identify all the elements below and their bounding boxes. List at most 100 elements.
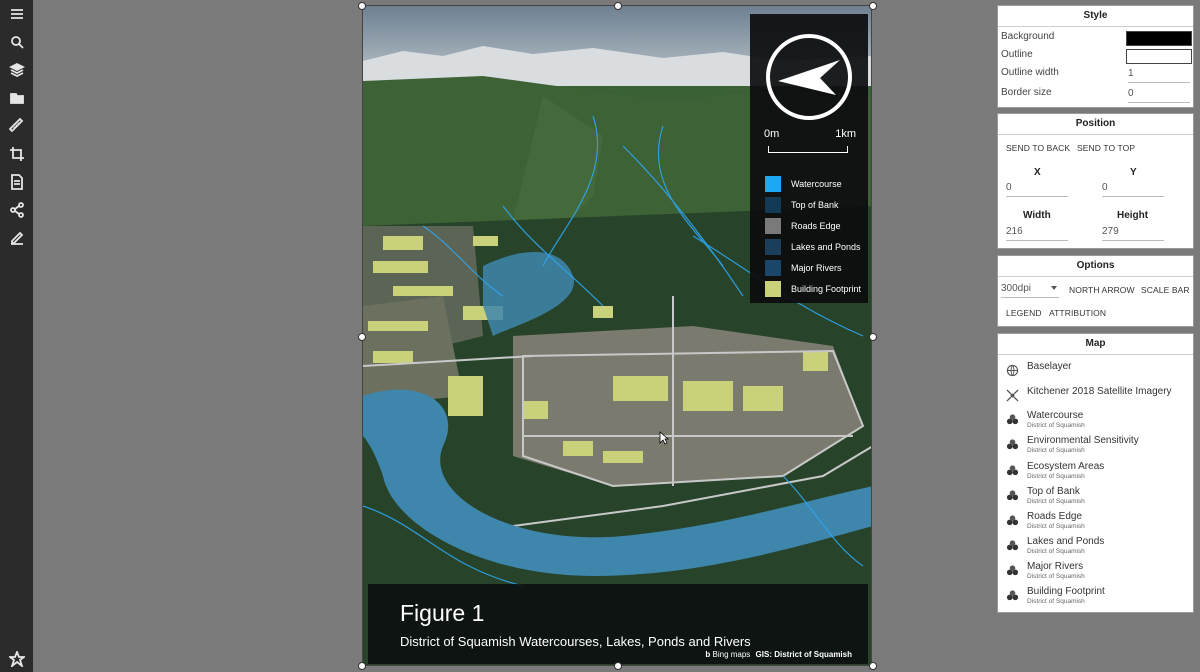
outline-label: Outline bbox=[1001, 49, 1033, 60]
height-label: Height bbox=[1117, 210, 1149, 221]
layer-source: District of Squamish bbox=[1027, 548, 1085, 555]
dpi-select[interactable]: 300dpi bbox=[1001, 283, 1059, 298]
layer-name: Roads Edge bbox=[1027, 511, 1083, 522]
layer-source: District of Squamish bbox=[1027, 473, 1085, 480]
north-arrow-button[interactable]: NORTH ARROW bbox=[1069, 285, 1135, 295]
layer-row[interactable]: Baselayer bbox=[1006, 361, 1186, 385]
x-label: X bbox=[1034, 167, 1041, 178]
attribution-button[interactable]: ATTRIBUTION bbox=[1049, 308, 1106, 318]
legend-swatch bbox=[765, 281, 781, 297]
layer-source: District of Squamish bbox=[1027, 523, 1085, 530]
legend-swatch bbox=[765, 260, 781, 276]
legend-item-label: Building Footprint bbox=[791, 284, 862, 294]
position-panel: Position SEND TO BACK SEND TO TOP X Y 0 … bbox=[997, 113, 1194, 249]
layer-name: Kitchener 2018 Satellite Imagery bbox=[1027, 386, 1172, 397]
layer-row[interactable]: Kitchener 2018 Satellite Imagery bbox=[1006, 386, 1186, 410]
layer-row[interactable]: Watercourse District of Squamish bbox=[1006, 410, 1186, 434]
layer-row[interactable]: Environmental Sensitivity District of Squ… bbox=[1006, 435, 1186, 459]
style-panel-title: Style bbox=[998, 6, 1193, 27]
outline-color-swatch[interactable] bbox=[1126, 49, 1192, 64]
layer-name: Top of Bank bbox=[1027, 486, 1080, 497]
legend-item: Watercourse bbox=[765, 176, 842, 192]
legend-swatch bbox=[765, 197, 781, 213]
x-field[interactable]: 0 bbox=[1006, 182, 1068, 197]
resize-handle[interactable] bbox=[358, 2, 366, 10]
width-field[interactable]: 216 bbox=[1006, 226, 1068, 241]
layer-name: Building Footprint bbox=[1027, 586, 1105, 597]
pin-icon[interactable] bbox=[6, 648, 27, 669]
search-icon[interactable] bbox=[6, 31, 27, 52]
map-panel-title: Map bbox=[998, 334, 1193, 355]
outline-width-field[interactable]: 1 bbox=[1128, 68, 1190, 83]
y-label: Y bbox=[1130, 167, 1137, 178]
scale-end-label: 1km bbox=[835, 128, 856, 140]
print-icon[interactable] bbox=[6, 171, 27, 192]
y-field[interactable]: 0 bbox=[1102, 182, 1164, 197]
layer-name: Environmental Sensitivity bbox=[1027, 435, 1139, 446]
figure-caption[interactable]: Figure 1 District of Squamish Watercours… bbox=[368, 584, 868, 664]
resize-handle[interactable] bbox=[614, 2, 622, 10]
border-size-label: Border size bbox=[1001, 87, 1052, 98]
resize-handle[interactable] bbox=[358, 333, 366, 341]
layer-name: Major Rivers bbox=[1027, 561, 1084, 572]
resize-handle[interactable] bbox=[614, 662, 622, 670]
options-panel: Options 300dpi NORTH ARROW SCALE BAR LEG… bbox=[997, 255, 1194, 327]
layer-source: District of Squamish bbox=[1027, 447, 1085, 454]
edit-icon[interactable] bbox=[6, 227, 27, 248]
scale-start-label: 0m bbox=[764, 128, 780, 140]
gis-credit-label: GIS: District of Squamish bbox=[755, 650, 852, 659]
resize-handle[interactable] bbox=[358, 662, 366, 670]
scale-bar-button[interactable]: SCALE BAR bbox=[1141, 285, 1190, 295]
menu-icon[interactable] bbox=[6, 3, 27, 24]
layer-row[interactable]: Top of Bank District of Squamish bbox=[1006, 486, 1186, 510]
layer-row[interactable]: Ecosystem Areas District of Squamish bbox=[1006, 461, 1186, 485]
legend-item: Major Rivers bbox=[765, 260, 842, 276]
print-layout-frame[interactable]: 0m 1km Watercourse Top of Bank Roads Edge L… bbox=[362, 5, 872, 666]
border-size-field[interactable]: 0 bbox=[1128, 88, 1190, 103]
layer-row[interactable]: Major Rivers District of Squamish bbox=[1006, 561, 1186, 585]
scale-bar-line bbox=[768, 146, 848, 153]
dpi-select-value: 300dpi bbox=[1001, 283, 1032, 294]
legend-item: Lakes and Ponds bbox=[765, 239, 861, 255]
share-icon[interactable] bbox=[6, 199, 27, 220]
map-attribution: b Bing maps GIS: District of Squamish bbox=[705, 650, 852, 659]
resize-handle[interactable] bbox=[869, 662, 877, 670]
layer-row[interactable]: Building Footprint District of Squamish bbox=[1006, 586, 1186, 610]
ruler-icon[interactable] bbox=[6, 115, 27, 136]
folder-icon[interactable] bbox=[6, 87, 27, 108]
position-panel-title: Position bbox=[998, 114, 1193, 135]
map-panel: Map Baselayer Kitchener 2018 Satellite Im… bbox=[997, 333, 1194, 613]
map-legend[interactable]: 0m 1km Watercourse Top of Bank Roads Edge L… bbox=[750, 14, 868, 303]
layer-name: Watercourse bbox=[1027, 410, 1084, 421]
legend-item-label: Top of Bank bbox=[791, 200, 839, 210]
layer-source: District of Squamish bbox=[1027, 422, 1085, 429]
mouse-cursor-icon bbox=[659, 431, 669, 445]
layer-row[interactable]: Lakes and Ponds District of Squamish bbox=[1006, 536, 1186, 560]
style-panel: Style Background Outline Outline width 1… bbox=[997, 5, 1194, 108]
background-color-swatch[interactable] bbox=[1126, 31, 1192, 46]
legend-swatch bbox=[765, 239, 781, 255]
height-field[interactable]: 279 bbox=[1102, 226, 1164, 241]
caption-title: Figure 1 bbox=[400, 600, 485, 626]
legend-button[interactable]: LEGEND bbox=[1006, 308, 1042, 318]
legend-item: Top of Bank bbox=[765, 197, 839, 213]
width-label: Width bbox=[1023, 210, 1051, 221]
layer-name: Ecosystem Areas bbox=[1027, 461, 1105, 472]
layer-name: Lakes and Ponds bbox=[1027, 536, 1105, 547]
resize-handle[interactable] bbox=[869, 2, 877, 10]
legend-item: Roads Edge bbox=[765, 218, 841, 234]
layer-row[interactable]: Roads Edge District of Squamish bbox=[1006, 511, 1186, 535]
background-label: Background bbox=[1001, 31, 1055, 42]
layer-name: Baselayer bbox=[1027, 361, 1072, 372]
send-to-top-button[interactable]: SEND TO TOP bbox=[1077, 143, 1135, 153]
bing-icon: b bbox=[705, 650, 711, 659]
scale-bar: 0m 1km bbox=[762, 128, 858, 158]
send-to-back-button[interactable]: SEND TO BACK bbox=[1006, 143, 1070, 153]
legend-item-label: Lakes and Ponds bbox=[791, 242, 861, 252]
layers-icon[interactable] bbox=[6, 59, 27, 80]
caption-subtitle: District of Squamish Watercourses, Lakes… bbox=[400, 634, 751, 649]
bing-maps-label: Bing maps bbox=[712, 650, 751, 659]
crop-icon[interactable] bbox=[6, 143, 27, 164]
resize-handle[interactable] bbox=[869, 333, 877, 341]
outline-width-label: Outline width bbox=[1001, 67, 1059, 78]
